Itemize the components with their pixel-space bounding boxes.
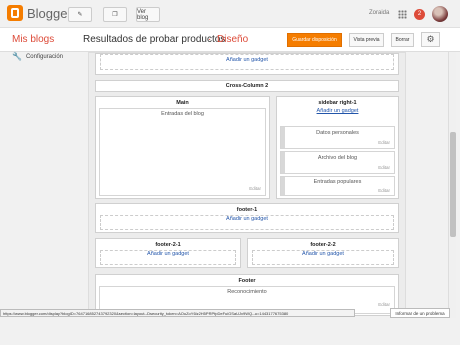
sidebar-right-title: sidebar right-1 — [318, 100, 357, 106]
blog-posts-gadget[interactable]: Entradas del blog Editar — [99, 108, 266, 196]
copy-icon: ❐ — [112, 12, 118, 18]
edit-link[interactable]: Editar — [249, 186, 261, 191]
user-name[interactable]: Zoraida — [369, 10, 389, 16]
add-gadget-link[interactable]: Añadir un gadget — [96, 57, 398, 63]
settings-gear-button[interactable]: ⚙ — [421, 32, 440, 47]
blog-title[interactable]: Resultados de probar productos — [83, 34, 225, 45]
wrench-icon: 🔧 — [12, 52, 22, 61]
layout-editor: Añadir un gadget Cross-Column 2 Main Ent… — [88, 52, 406, 316]
apps-grid-icon[interactable] — [398, 10, 407, 19]
edit-link[interactable]: Editar — [378, 140, 390, 145]
gadget-label: Entradas populares — [313, 179, 362, 185]
pages-button[interactable]: ❐ — [103, 7, 127, 22]
top-bar: Blogger ✎ ❐ Ver blog Zoraida 2 — [0, 0, 460, 28]
footer-1-title: footer-1 — [236, 207, 258, 213]
main-title: Main — [176, 100, 189, 106]
edit-link[interactable]: Editar — [378, 165, 390, 170]
notification-badge[interactable]: 2 — [414, 9, 425, 20]
edit-link[interactable]: Editar — [378, 188, 390, 193]
footer-title: Footer — [238, 278, 256, 284]
report-problem-button[interactable]: Informar de un problema — [390, 308, 450, 318]
save-layout-button[interactable]: Guardar disposición — [287, 33, 342, 47]
footer-2-2-panel: footer-2-2 Añadir un gadget — [247, 238, 399, 268]
breadcrumb-separator: · — [208, 34, 212, 45]
header-gadget-panel: Añadir un gadget — [95, 53, 399, 75]
gadget-label: Reconocimiento — [227, 289, 267, 295]
footer-2-1-panel: footer-2-1 Añadir un gadget — [95, 238, 241, 268]
new-post-button[interactable]: ✎ — [68, 7, 92, 22]
preview-button[interactable]: Vista previa — [349, 33, 384, 47]
main-panel: Main Entradas del blog Editar — [95, 96, 270, 199]
brand-name[interactable]: Blogger — [27, 6, 72, 21]
blogger-logo-icon[interactable] — [7, 5, 23, 21]
add-gadget-link[interactable]: Añadir un gadget — [96, 251, 240, 257]
gadget-popular-posts[interactable]: Entradas populares Editar — [280, 176, 395, 196]
cross-column-panel: Cross-Column 2 — [95, 80, 399, 92]
sidebar-right-panel: sidebar right-1 Añadir un gadget Datos p… — [276, 96, 399, 199]
edit-link[interactable]: Editar — [378, 302, 390, 307]
gear-icon: ⚙ — [426, 34, 435, 44]
footer-1-panel: footer-1 Añadir un gadget — [95, 203, 399, 233]
gadget-personal-data[interactable]: Datos personales Editar — [280, 126, 395, 149]
gadget-blog-archive[interactable]: Archivo del blog Editar — [280, 151, 395, 174]
sidebar-item-configuracion[interactable]: 🔧 Configuración — [12, 52, 63, 61]
cross-column-title: Cross-Column 2 — [225, 83, 269, 89]
gadget-label: Entradas del blog — [161, 111, 204, 117]
avatar[interactable] — [432, 6, 448, 22]
sidebar-item-label: Configuración — [25, 53, 63, 60]
pencil-icon: ✎ — [77, 12, 83, 18]
footer-2-1-title: footer-2-1 — [155, 242, 181, 248]
add-gadget-link[interactable]: Añadir un gadget — [248, 251, 398, 257]
page-scrollbar[interactable] — [448, 52, 456, 318]
add-gadget-link[interactable]: Añadir un gadget — [277, 108, 398, 114]
gadget-label: Archivo del blog — [317, 155, 358, 161]
view-blog-button[interactable]: Ver blog — [136, 7, 160, 22]
scrollbar-thumb[interactable] — [450, 132, 456, 237]
footer-2-2-title: footer-2-2 — [310, 242, 336, 248]
section-title: Diseño — [217, 34, 249, 45]
gadget-label: Datos personales — [316, 130, 359, 136]
my-blogs-link[interactable]: Mis blogs — [12, 34, 54, 45]
status-bar-url: https://www.blogger.com/display?blogID=7… — [0, 309, 355, 317]
delete-button[interactable]: Borrar — [391, 33, 414, 47]
add-gadget-link[interactable]: Añadir un gadget — [96, 216, 398, 222]
